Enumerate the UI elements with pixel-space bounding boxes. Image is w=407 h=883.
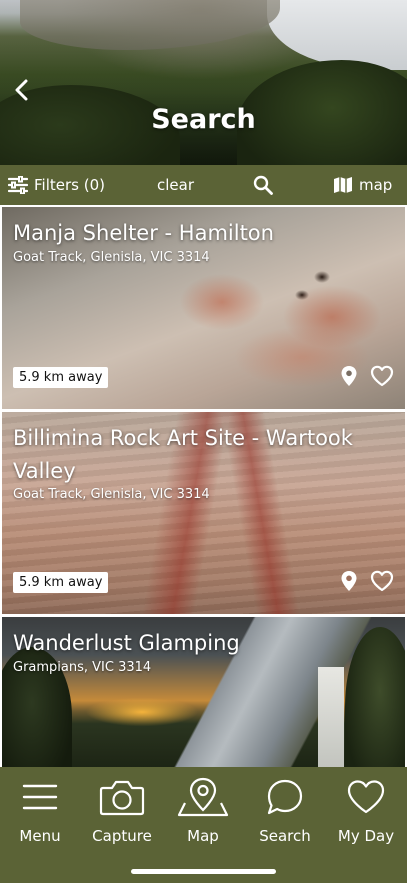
- sliders-icon: [8, 176, 28, 194]
- favorite-heart-icon[interactable]: [370, 570, 394, 592]
- heart-icon: [347, 780, 385, 814]
- card-actions: [340, 570, 394, 592]
- result-card[interactable]: Billimina Rock Art Site - Wartook Valley…: [2, 412, 405, 614]
- speech-bubble-icon: [267, 779, 303, 815]
- map-pin-icon: [177, 777, 229, 817]
- bottom-navigation: Menu Capture Map Search My Day: [0, 767, 407, 883]
- favorite-heart-icon[interactable]: [370, 365, 394, 387]
- hero-cliff: [20, 0, 280, 50]
- search-icon[interactable]: [253, 175, 273, 199]
- location-pin-icon[interactable]: [340, 570, 358, 592]
- filters-button[interactable]: Filters (0): [8, 176, 105, 194]
- results-list[interactable]: Manja Shelter - Hamilton Goat Track, Gle…: [0, 205, 407, 767]
- nav-label: Menu: [19, 827, 61, 845]
- card-address: Goat Track, Glenisla, VIC 3314: [13, 250, 210, 265]
- card-title: Manja Shelter - Hamilton: [13, 221, 274, 245]
- nav-my-day[interactable]: My Day: [326, 777, 406, 845]
- filters-label: Filters (0): [34, 176, 105, 194]
- distance-badge: 5.9 km away: [13, 572, 109, 593]
- map-view-button[interactable]: map: [333, 175, 392, 195]
- camera-icon: [99, 780, 145, 816]
- filter-bar: Filters (0) clear map: [0, 165, 407, 205]
- nav-search[interactable]: Search: [245, 777, 325, 845]
- result-card[interactable]: Manja Shelter - Hamilton Goat Track, Gle…: [2, 207, 405, 409]
- card-actions: [340, 365, 394, 387]
- hamburger-menu-icon: [22, 784, 58, 810]
- nav-map[interactable]: Map: [163, 777, 243, 845]
- chevron-left-icon: [15, 79, 28, 101]
- nav-label: My Day: [337, 827, 395, 845]
- card-title: Billimina Rock Art Site - Wartook Valley: [13, 426, 353, 483]
- card-photo-door: [318, 667, 344, 767]
- nav-capture[interactable]: Capture: [82, 777, 162, 845]
- page-title: Search: [151, 104, 256, 135]
- nav-menu[interactable]: Menu: [0, 777, 80, 845]
- card-title: Wanderlust Glamping: [13, 631, 240, 655]
- map-label: map: [359, 176, 393, 194]
- clear-button[interactable]: clear: [157, 176, 194, 194]
- card-address: Goat Track, Glenisla, VIC 3314: [13, 487, 210, 502]
- folded-map-icon: [334, 177, 352, 193]
- distance-badge: 5.9 km away: [13, 367, 109, 388]
- back-button[interactable]: [8, 76, 36, 104]
- hero-banner: Search: [0, 0, 407, 165]
- nav-label: Search: [259, 827, 311, 845]
- home-indicator[interactable]: [131, 869, 276, 874]
- location-pin-icon[interactable]: [340, 365, 358, 387]
- nav-label: Capture: [92, 827, 152, 845]
- nav-label: Map: [187, 827, 219, 845]
- card-address: Grampians, VIC 3314: [13, 660, 152, 675]
- result-card[interactable]: Wanderlust Glamping Grampians, VIC 3314: [2, 617, 405, 767]
